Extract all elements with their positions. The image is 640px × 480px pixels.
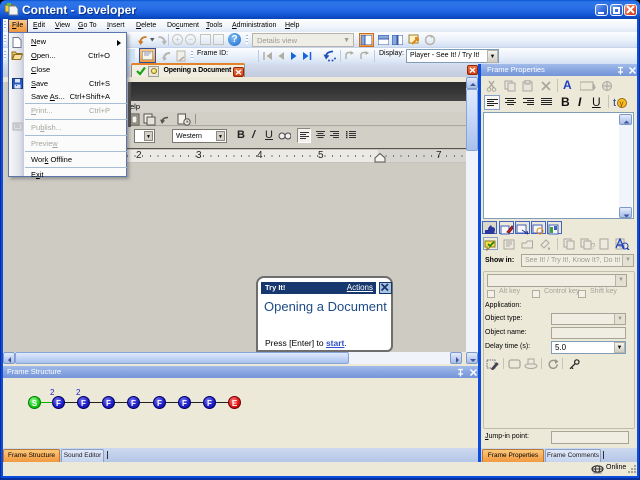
svg-text:y: y [620, 99, 624, 108]
svg-text:?: ? [591, 242, 595, 250]
svg-text:t: t [613, 97, 616, 109]
